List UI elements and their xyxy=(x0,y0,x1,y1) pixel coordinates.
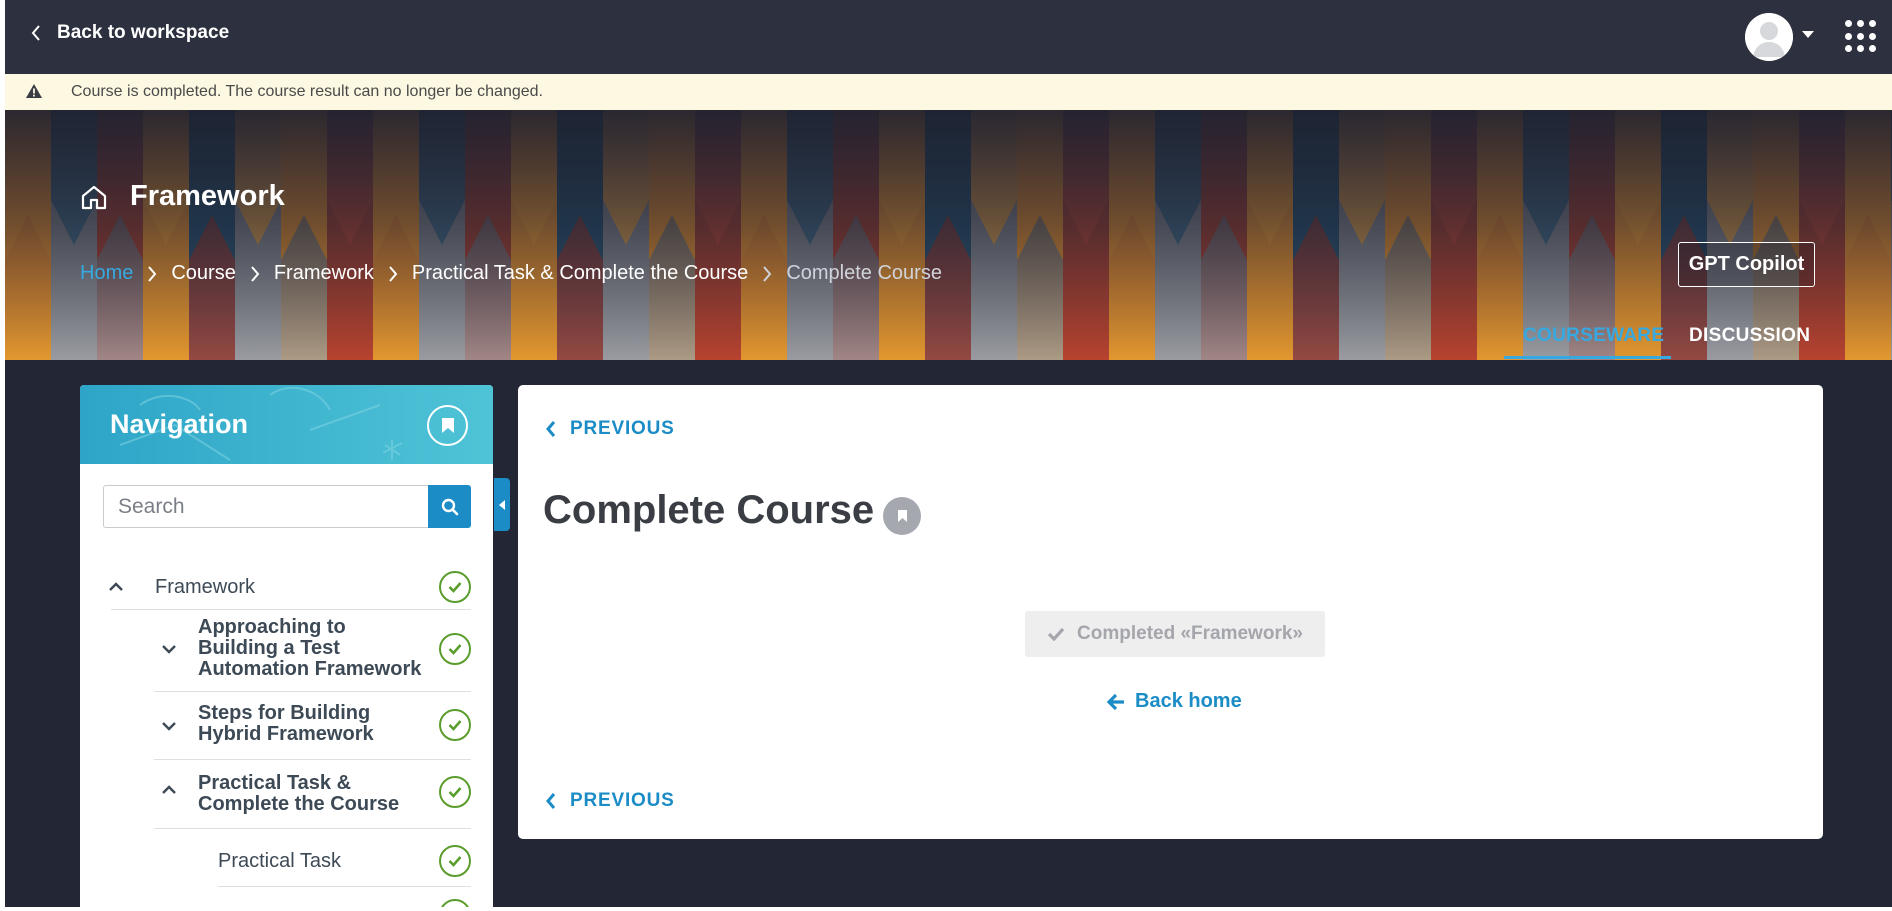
page-title: Complete Course xyxy=(543,488,875,532)
nav-item-label: Practical Task xyxy=(218,850,342,872)
chevron-right-icon xyxy=(388,265,398,283)
breadcrumb-course[interactable]: Course xyxy=(171,262,235,285)
nav-item-label: Steps for Building Hybrid Framework xyxy=(198,702,374,745)
breadcrumb: Home Course Framework Practical Task & C… xyxy=(80,262,942,285)
nav-item-practical-task[interactable]: Practical Task xyxy=(80,841,493,881)
bookmark-icon xyxy=(441,418,454,433)
apps-grid-icon[interactable] xyxy=(1845,20,1876,54)
chevron-up-icon[interactable] xyxy=(162,785,176,795)
banner-title-row: Framework xyxy=(80,180,285,213)
navigation-panel: Navigation Framework Approaching to Buil… xyxy=(80,385,493,907)
chevron-up-icon[interactable] xyxy=(109,582,123,592)
bookmark-icon xyxy=(897,510,907,522)
breadcrumb-practical-task[interactable]: Practical Task & Complete the Course xyxy=(412,262,748,285)
nav-item-label: Practical Task & Complete the Course xyxy=(198,772,400,815)
warning-icon xyxy=(26,84,42,98)
search-button[interactable] xyxy=(428,485,471,528)
course-title: Framework xyxy=(130,180,285,212)
tab-courseware[interactable]: COURSEWARE xyxy=(1523,325,1664,347)
course-banner: Framework Home Course Framework Practica… xyxy=(5,110,1892,360)
chevron-right-icon xyxy=(762,265,772,283)
user-avatar[interactable] xyxy=(1745,13,1793,61)
previous-link-top[interactable]: PREVIOUS xyxy=(545,418,675,440)
app-frame: Back to workspace Course is completed. T… xyxy=(5,0,1892,907)
caret-left-icon xyxy=(499,499,505,510)
collapse-navigation-toggle[interactable] xyxy=(494,478,510,531)
navigation-header: Navigation xyxy=(80,385,493,464)
chevron-down-icon[interactable] xyxy=(162,644,176,654)
check-icon xyxy=(1047,627,1065,641)
content-card: PREVIOUS Complete Course Completed «Fram… xyxy=(518,385,1823,839)
home-icon[interactable] xyxy=(80,184,108,210)
breadcrumb-framework[interactable]: Framework xyxy=(274,262,374,285)
back-home-label: Back home xyxy=(1135,690,1242,712)
chevron-down-icon[interactable] xyxy=(162,721,176,731)
nav-divider xyxy=(154,828,471,829)
nav-item-approaching[interactable]: Approaching to Building a Test Automatio… xyxy=(80,617,493,681)
check-circle-icon xyxy=(439,571,471,603)
nav-divider xyxy=(111,609,471,610)
search-input[interactable] xyxy=(103,485,428,528)
top-bar: Back to workspace xyxy=(5,0,1892,74)
tab-discussion[interactable]: DISCUSSION xyxy=(1689,325,1810,347)
completed-label: Completed «Framework» xyxy=(1077,623,1303,644)
breadcrumb-current: Complete Course xyxy=(786,262,942,284)
breadcrumb-home[interactable]: Home xyxy=(80,262,133,285)
previous-label: PREVIOUS xyxy=(570,790,675,811)
check-circle-icon xyxy=(439,776,471,808)
active-tab-indicator xyxy=(1504,356,1671,359)
course-completed-notice: Course is completed. The course result c… xyxy=(5,74,1892,110)
nav-item-practical-complete[interactable]: Practical Task & Complete the Course xyxy=(80,773,493,817)
check-circle-icon xyxy=(439,899,471,907)
nav-divider xyxy=(218,886,471,887)
back-home-link[interactable]: Back home xyxy=(1107,690,1242,713)
previous-label: PREVIOUS xyxy=(570,418,675,439)
caret-down-icon[interactable] xyxy=(1802,31,1814,38)
notice-text: Course is completed. The course result c… xyxy=(71,83,543,100)
nav-divider xyxy=(154,691,471,692)
page-bookmark-button[interactable] xyxy=(883,497,921,535)
completed-course-button: Completed «Framework» xyxy=(1025,611,1325,657)
navigation-title: Navigation xyxy=(110,409,249,439)
gpt-copilot-button[interactable]: GPT Copilot xyxy=(1678,242,1815,287)
nav-item-label: Approaching to Building a Test Automatio… xyxy=(198,616,422,680)
search-icon xyxy=(441,498,458,515)
nav-item-framework[interactable]: Framework xyxy=(80,566,493,610)
user-silhouette-icon xyxy=(1745,13,1793,61)
nav-divider xyxy=(154,759,471,760)
check-circle-icon xyxy=(439,845,471,877)
bookmark-button[interactable] xyxy=(427,405,468,446)
nav-item-label: Framework xyxy=(155,576,256,598)
chevron-left-icon xyxy=(546,421,556,437)
banner-pattern xyxy=(5,110,1892,360)
arrow-left-icon xyxy=(1107,693,1124,710)
previous-link-bottom[interactable]: PREVIOUS xyxy=(545,790,675,812)
back-to-workspace-label: Back to workspace xyxy=(57,22,230,43)
chevron-right-icon xyxy=(250,265,260,283)
nav-item-steps[interactable]: Steps for Building Hybrid Framework xyxy=(80,703,493,747)
chevron-left-icon xyxy=(546,793,556,809)
check-circle-icon xyxy=(439,633,471,665)
chevron-right-icon xyxy=(147,265,157,283)
back-to-workspace-link[interactable]: Back to workspace xyxy=(31,20,229,46)
check-circle-icon xyxy=(439,709,471,741)
chevron-left-icon xyxy=(31,25,40,41)
